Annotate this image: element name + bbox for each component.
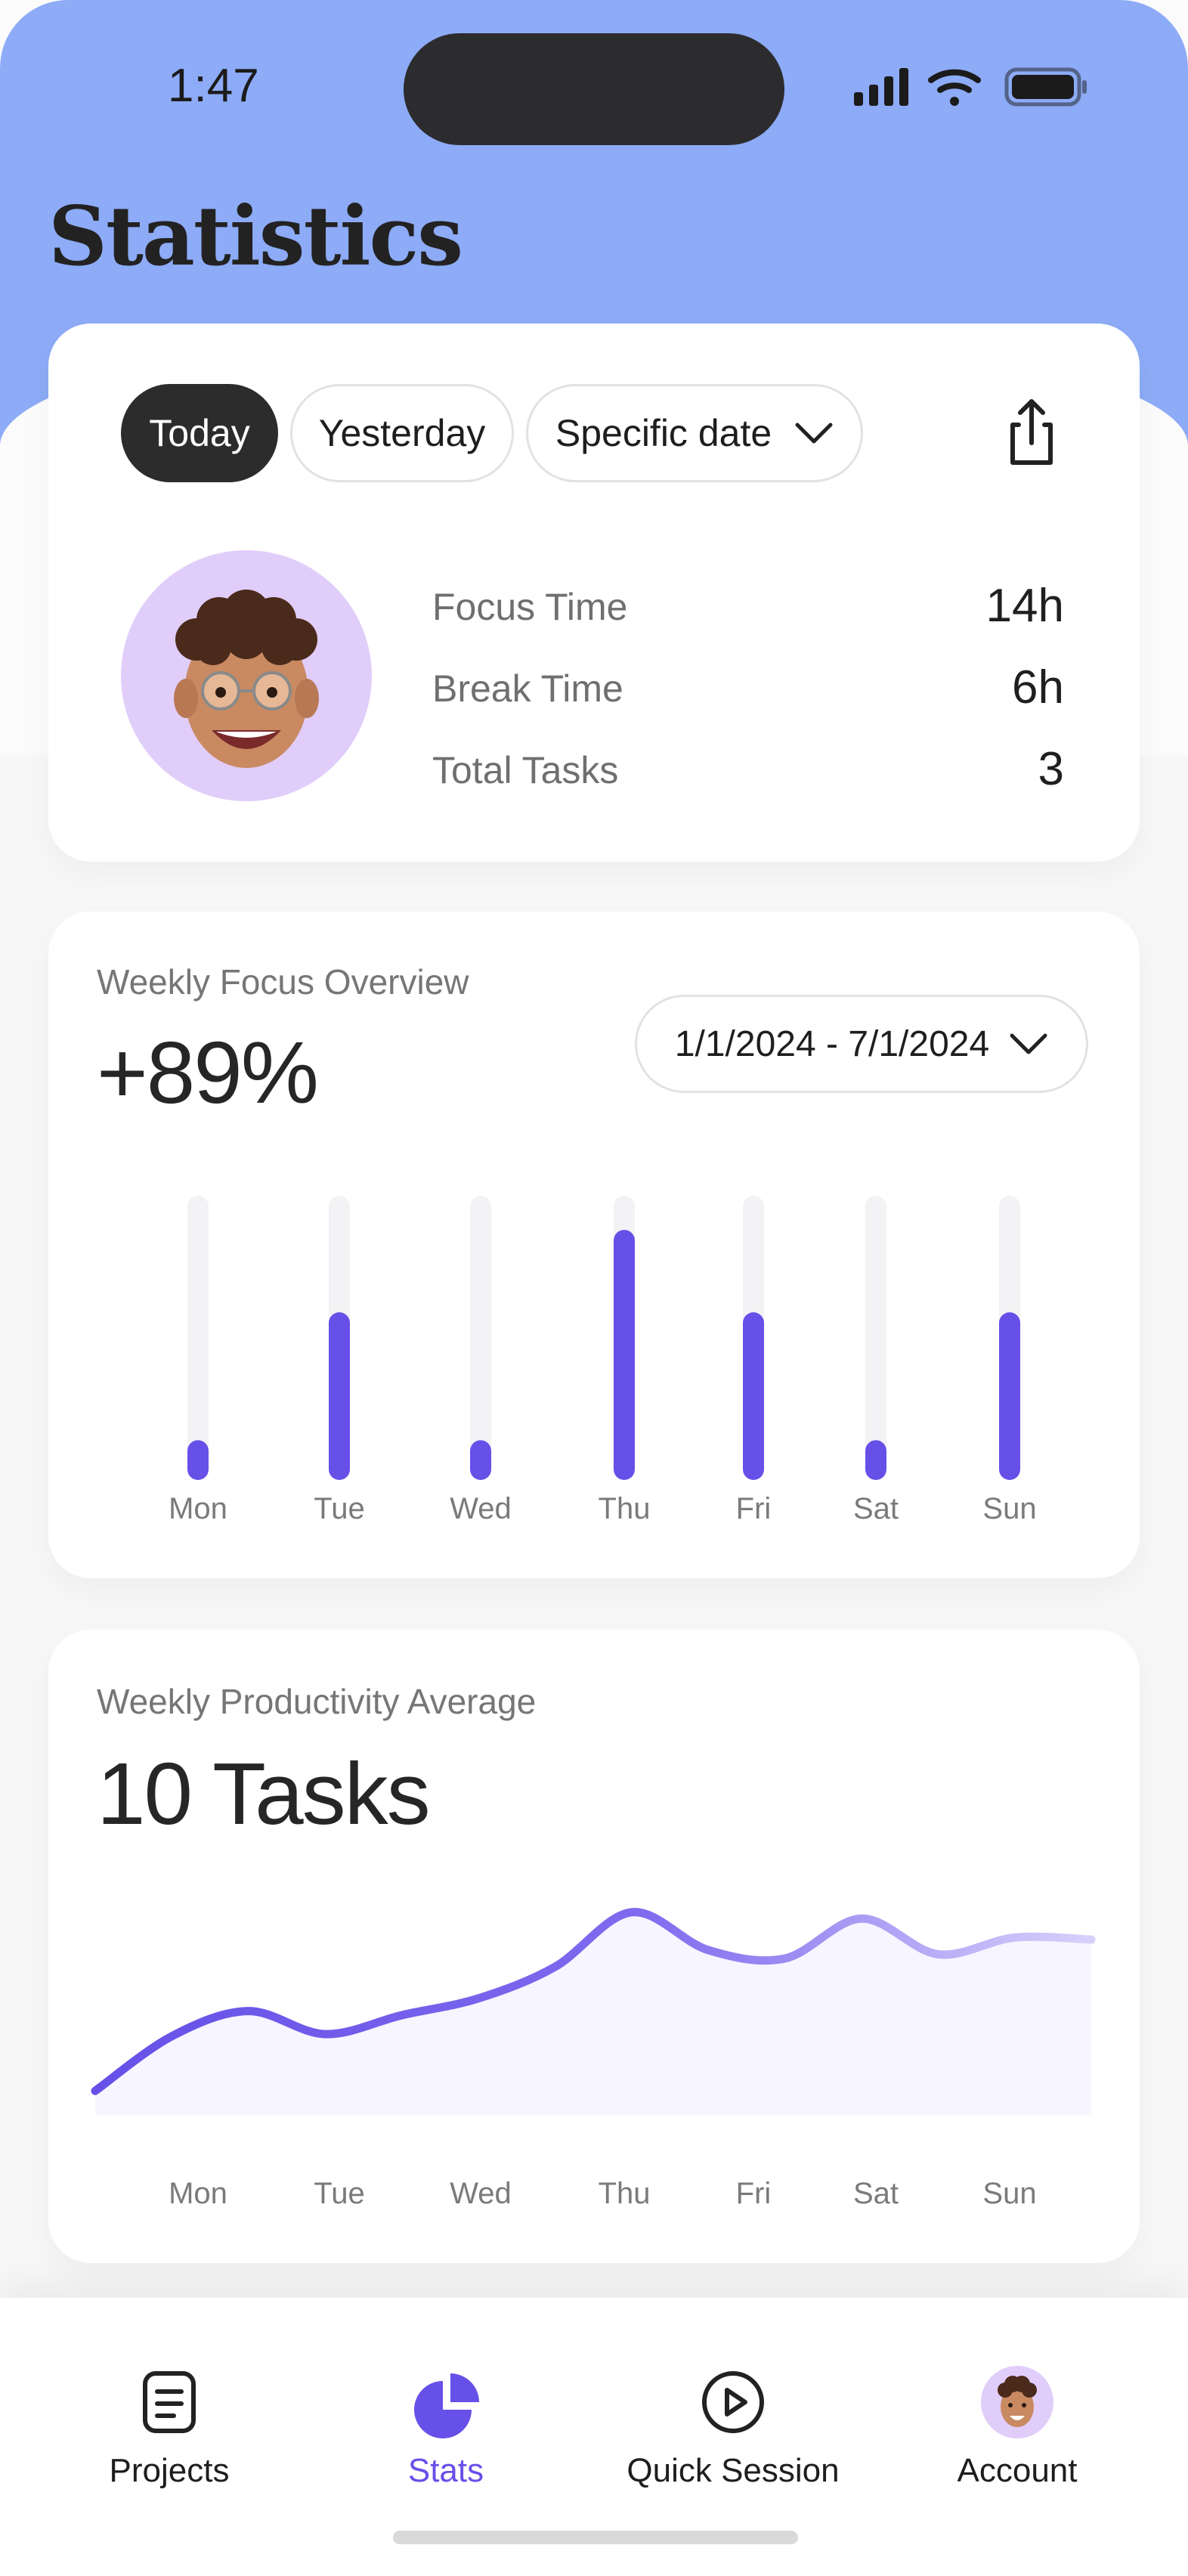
signal-icon: [854, 68, 908, 106]
break-time-value: 6h: [1012, 661, 1064, 714]
bar-tue: [329, 1312, 350, 1480]
tab-account-label: Account: [957, 2452, 1078, 2489]
focus-time-value: 14h: [985, 580, 1064, 632]
total-tasks-row: Total Tasks 3: [432, 743, 1064, 801]
status-icons: [854, 67, 1087, 107]
share-icon[interactable]: [996, 398, 1067, 469]
bar-label-wed: Wed: [450, 1492, 512, 1525]
tab-account[interactable]: Account: [889, 2339, 1146, 2497]
bar-sat: [865, 1440, 886, 1480]
weekly-productivity-card: Weekly Productivity Average 10 Tasks Mon…: [48, 1630, 1140, 2263]
tab-quick-session[interactable]: Quick Session: [605, 2339, 862, 2497]
line-label-tue: Tue: [314, 2177, 364, 2210]
tab-projects-label: Projects: [109, 2452, 230, 2489]
line-label-wed: Wed: [450, 2177, 512, 2210]
bar-label-fri: Fri: [736, 1492, 772, 1525]
chevron-down-icon: [795, 423, 833, 444]
pie-chart-icon: [414, 2373, 479, 2438]
line-label-mon: Mon: [169, 2177, 227, 2210]
weekly-productivity-line-chart: Mon Tue Wed Thu Fri Sat Sun: [91, 1908, 1096, 2210]
line-label-sun: Sun: [982, 2177, 1036, 2210]
bar-track: [865, 1196, 886, 1480]
bar-track: [187, 1196, 209, 1480]
bar-mon: [187, 1440, 209, 1480]
memoji-avatar: [174, 590, 319, 768]
bar-label-tue: Tue: [314, 1492, 364, 1525]
filter-yesterday-chip[interactable]: Yesterday: [290, 384, 514, 482]
bar-sun: [999, 1312, 1020, 1480]
line-label-thu: Thu: [599, 2177, 651, 2210]
tab-stats[interactable]: Stats: [317, 2339, 574, 2497]
bar-fri: [743, 1312, 764, 1480]
play-circle-icon: [702, 2371, 764, 2433]
dynamic-island: [404, 33, 784, 145]
bar-label-thu: Thu: [599, 1492, 651, 1525]
weekly-focus-card: Weekly Focus Overview +89% 1/1/2024 - 7/…: [48, 912, 1140, 1578]
total-tasks-label: Total Tasks: [432, 749, 619, 791]
avatar: [121, 550, 372, 801]
break-time-row: Break Time 6h: [432, 661, 1064, 720]
document-icon: [143, 2371, 196, 2433]
tab-stats-label: Stats: [407, 2452, 484, 2489]
tab-projects[interactable]: Projects: [41, 2339, 298, 2497]
home-indicator: [393, 2531, 798, 2544]
bar-track: [470, 1196, 491, 1480]
bar-thu: [614, 1230, 635, 1480]
bar-wed: [470, 1440, 491, 1480]
avatar-icon: [981, 2366, 1053, 2438]
tab-quick-session-label: Quick Session: [626, 2452, 840, 2489]
focus-time-row: Focus Time 14h: [432, 580, 1064, 638]
filter-today-chip[interactable]: Today: [121, 384, 278, 482]
bar-label-sun: Sun: [982, 1492, 1036, 1525]
focus-time-label: Focus Time: [432, 586, 628, 628]
filter-specific-date-dropdown[interactable]: Specific date: [526, 384, 863, 482]
battery-icon: [1004, 67, 1087, 107]
wifi-icon: [928, 69, 981, 106]
summary-card: Today Yesterday Specific date Focus Time…: [48, 324, 1140, 862]
weekly-focus-bar-chart: Mon Tue Wed Thu Fri Sat Sun: [169, 1196, 1037, 1525]
bar-label-mon: Mon: [169, 1492, 227, 1525]
total-tasks-value: 3: [1038, 743, 1064, 795]
break-time-label: Break Time: [432, 667, 623, 710]
line-label-fri: Fri: [736, 2177, 772, 2210]
specific-date-label: Specific date: [555, 412, 772, 454]
status-time: 1:47: [168, 60, 259, 112]
line-label-sat: Sat: [853, 2177, 899, 2210]
bar-label-sat: Sat: [853, 1492, 899, 1525]
page-title: Statistics: [48, 189, 463, 284]
